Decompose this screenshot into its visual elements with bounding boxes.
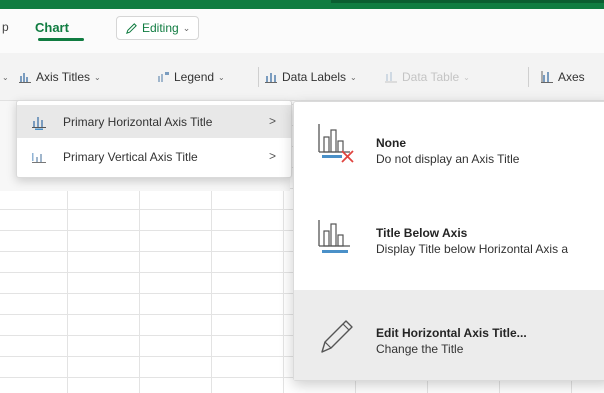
axis-titles-menu: Primary Horizontal Axis Title > Primary …: [16, 100, 292, 178]
option-description: Display Title below Horizontal Axis a: [376, 242, 569, 256]
data-table-icon: [385, 72, 397, 83]
option-description: Do not display an Axis Title: [376, 152, 520, 166]
tab-chart[interactable]: Chart: [35, 20, 69, 35]
legend-icon: [158, 72, 169, 82]
legend-button[interactable]: Legend ⌄: [156, 68, 225, 86]
editing-mode-label: Editing: [142, 21, 179, 35]
menu-item-label: Primary Vertical Axis Title: [63, 150, 198, 164]
data-labels-icon: [265, 73, 277, 83]
editing-mode-button[interactable]: Editing ⌄: [116, 16, 200, 40]
axes-icon: [541, 71, 553, 83]
chart-horizontal-axis-icon: [32, 117, 46, 130]
chevron-right-icon: >: [269, 114, 277, 128]
app-accent-band-segment: [331, 0, 604, 3]
chevron-down-icon: ⌄: [350, 72, 357, 82]
pencil-icon: [126, 22, 137, 34]
menu-item-primary-vertical-axis-title[interactable]: Primary Vertical Axis Title >: [17, 140, 291, 173]
chevron-right-icon: >: [269, 149, 277, 163]
chart-no-title-icon: [318, 124, 354, 163]
chevron-down-icon: ⌄: [94, 72, 101, 82]
chevron-down-icon: ⌄: [463, 72, 470, 82]
horizontal-axis-title-flyout: None Do not display an Axis Title Title …: [293, 101, 604, 381]
option-none[interactable]: None Do not display an Axis Title: [294, 102, 604, 192]
ribbon-separator: [258, 67, 259, 87]
pencil-icon: [321, 320, 353, 353]
data-table-button[interactable]: Data Table ⌄: [384, 68, 470, 86]
data-table-label: Data Table: [402, 70, 460, 84]
axis-titles-button[interactable]: Axis Titles ⌄: [18, 68, 101, 86]
option-title: None: [376, 136, 406, 150]
tab-partial[interactable]: p: [2, 20, 9, 34]
axis-titles-icon: [19, 73, 31, 83]
menu-item-label: Primary Horizontal Axis Title: [63, 115, 213, 129]
option-title-below-axis[interactable]: Title Below Axis Display Title below Hor…: [294, 192, 604, 282]
data-labels-label: Data Labels: [282, 70, 347, 84]
chart-title-below-icon: [318, 220, 350, 253]
option-title: Title Below Axis: [376, 226, 468, 240]
ribbon-tab-row: [0, 9, 604, 53]
chevron-down-icon: ⌄: [218, 72, 225, 82]
option-title: Edit Horizontal Axis Title...: [376, 326, 527, 340]
option-edit-horizontal-axis-title[interactable]: Edit Horizontal Axis Title... Change the…: [294, 290, 604, 380]
axes-button[interactable]: Axes: [540, 68, 585, 86]
chevron-down-icon: ⌄: [182, 22, 191, 33]
ribbon-separator: [528, 67, 529, 87]
chart-vertical-axis-icon: [32, 153, 46, 163]
legend-label: Legend: [174, 70, 215, 84]
data-labels-button[interactable]: Data Labels ⌄: [264, 68, 357, 86]
tab-chart-selected-indicator: [38, 38, 84, 41]
menu-item-primary-horizontal-axis-title[interactable]: Primary Horizontal Axis Title >: [17, 105, 291, 138]
option-description: Change the Title: [376, 342, 464, 356]
chevron-down-icon[interactable]: ⌄: [2, 68, 9, 86]
axes-label: Axes: [558, 70, 585, 84]
axis-titles-label: Axis Titles: [36, 70, 91, 84]
